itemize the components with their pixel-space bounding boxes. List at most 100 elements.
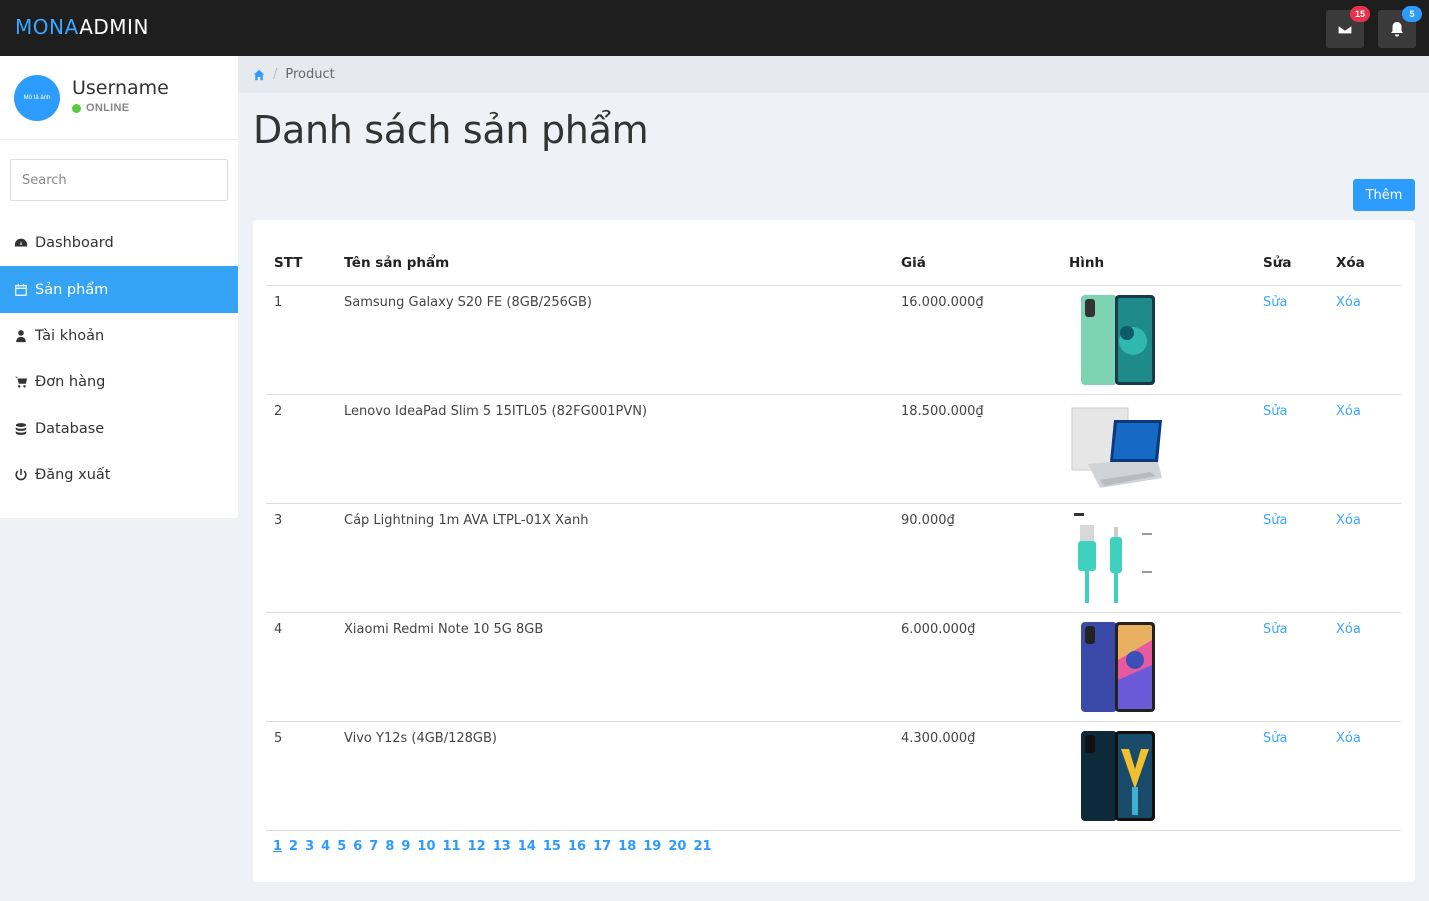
page-link[interactable]: 10 xyxy=(417,839,435,854)
user-icon xyxy=(16,330,26,343)
product-image xyxy=(1069,619,1165,715)
cell-name: Xiaomi Redmi Note 10 5G 8GB xyxy=(344,622,544,637)
page-title: Danh sách sản phẩm xyxy=(253,108,649,152)
cell-stt: 3 xyxy=(274,513,283,528)
page-link[interactable]: 17 xyxy=(593,839,611,854)
page-link[interactable]: 9 xyxy=(401,839,410,854)
edit-link[interactable]: Sửa xyxy=(1263,513,1287,528)
cell-price: 6.000.000₫ xyxy=(901,622,976,637)
edit-link[interactable]: Sửa xyxy=(1263,622,1287,637)
edit-link[interactable]: Sửa xyxy=(1263,731,1287,746)
delete-link[interactable]: Xóa xyxy=(1336,731,1361,746)
header-price: Giá xyxy=(901,255,926,271)
product-table: STT Tên sản phẩm Giá Hình Sửa Xóa 1 Sams… xyxy=(253,220,1415,882)
status-text: ONLINE xyxy=(86,102,130,114)
header-edit: Sửa xyxy=(1263,255,1292,271)
delete-link[interactable]: Xóa xyxy=(1336,295,1361,310)
page-link[interactable]: 1 xyxy=(273,839,282,854)
laptop-icon xyxy=(1071,407,1162,488)
cell-price: 18.500.000₫ xyxy=(901,404,984,419)
delete-link[interactable]: Xóa xyxy=(1336,622,1361,637)
sidebar-item-dashboard[interactable]: Dashboard xyxy=(0,220,238,266)
page-link[interactable]: 21 xyxy=(693,839,711,854)
messages-badge: 15 xyxy=(1350,6,1370,22)
table-header: STT Tên sản phẩm Giá Hình Sửa Xóa xyxy=(266,220,1401,286)
breadcrumb: / Product xyxy=(238,56,1429,93)
page-link[interactable]: 7 xyxy=(369,839,378,854)
dashboard-icon xyxy=(14,238,28,247)
page-link[interactable]: 12 xyxy=(468,839,486,854)
phone-mint-icon xyxy=(1081,295,1155,385)
edit-link[interactable]: Sửa xyxy=(1263,404,1287,419)
sidebar-item-products[interactable]: Sản phẩm xyxy=(0,266,238,313)
sidebar-item-accounts[interactable]: Tài khoản xyxy=(0,313,238,359)
page-link[interactable]: 20 xyxy=(668,839,686,854)
page-link[interactable]: 8 xyxy=(385,839,394,854)
page-link[interactable]: 19 xyxy=(643,839,661,854)
cell-price: 4.300.000₫ xyxy=(901,731,976,746)
bell-icon xyxy=(1391,22,1403,37)
notifications-button[interactable]: 5 xyxy=(1378,6,1422,48)
header-image: Hình xyxy=(1069,255,1105,271)
edit-link[interactable]: Sửa xyxy=(1263,295,1287,310)
cell-price: 90.000₫ xyxy=(901,513,955,528)
online-status: ONLINE xyxy=(72,102,129,114)
cable-icon xyxy=(1074,513,1152,603)
avatar-alt-text: Mô tả ảnh xyxy=(23,95,51,101)
header-delete: Xóa xyxy=(1336,255,1365,271)
product-image xyxy=(1069,728,1165,824)
cart-icon xyxy=(14,377,28,388)
page-link[interactable]: 13 xyxy=(493,839,511,854)
header-name: Tên sản phẩm xyxy=(344,255,450,271)
table-row: 4 Xiaomi Redmi Note 10 5G 8GB 6.000.000₫… xyxy=(266,613,1401,722)
user-profile: Mô tả ảnh Username ONLINE xyxy=(0,56,238,140)
sidebar-item-database[interactable]: Database xyxy=(0,406,238,452)
cell-price: 16.000.000₫ xyxy=(901,295,984,310)
add-product-button[interactable]: Thêm xyxy=(1353,179,1415,211)
sidebar-item-logout[interactable]: Đăng xuất xyxy=(0,452,238,498)
status-dot-icon xyxy=(72,103,81,113)
logo[interactable]: MONAADMIN xyxy=(15,15,149,39)
delete-link[interactable]: Xóa xyxy=(1336,404,1361,419)
page-link[interactable]: 3 xyxy=(305,839,314,854)
power-icon xyxy=(15,469,27,481)
page-link[interactable]: 4 xyxy=(321,839,330,854)
table-row: 2 Lenovo IdeaPad Slim 5 15ITL05 (82FG001… xyxy=(266,395,1401,504)
search-input[interactable] xyxy=(10,159,228,201)
phone-blue-icon xyxy=(1081,622,1155,712)
home-icon[interactable] xyxy=(253,69,265,81)
breadcrumb-separator: / xyxy=(273,67,278,82)
page-link[interactable]: 2 xyxy=(289,839,298,854)
pagination: 1 2 3 4 5 6 7 8 9 10 11 12 13 14 15 16 1… xyxy=(273,839,719,854)
sidebar-item-label: Tài khoản xyxy=(35,327,105,344)
phone-dark-icon xyxy=(1081,731,1155,821)
cell-stt: 4 xyxy=(274,622,283,637)
product-image xyxy=(1069,401,1165,497)
notifications-badge: 5 xyxy=(1402,6,1422,22)
sidebar-item-label: Đơn hàng xyxy=(35,374,106,391)
sidebar: Mô tả ảnh Username ONLINE Dashboard Sản … xyxy=(0,56,238,518)
table-row: 5 Vivo Y12s (4GB/128GB) 4.300.000₫ Sửa X… xyxy=(266,722,1401,831)
sidebar-item-label: Đăng xuất xyxy=(35,467,111,484)
page-link[interactable]: 5 xyxy=(337,839,346,854)
page-link[interactable]: 14 xyxy=(518,839,536,854)
cell-name: Vivo Y12s (4GB/128GB) xyxy=(344,731,497,746)
page-link[interactable]: 18 xyxy=(618,839,636,854)
top-bar: MONAADMIN 15 5 xyxy=(0,0,1429,56)
sidebar-item-orders[interactable]: Đơn hàng xyxy=(0,359,238,405)
breadcrumb-current: Product xyxy=(285,67,335,82)
page-link[interactable]: 16 xyxy=(568,839,586,854)
username: Username xyxy=(72,77,169,99)
page-link[interactable]: 15 xyxy=(543,839,561,854)
cell-name: Samsung Galaxy S20 FE (8GB/256GB) xyxy=(344,295,592,310)
envelope-icon xyxy=(1337,24,1353,35)
delete-link[interactable]: Xóa xyxy=(1336,513,1361,528)
product-image xyxy=(1069,510,1165,606)
page-link[interactable]: 6 xyxy=(353,839,362,854)
avatar[interactable]: Mô tả ảnh xyxy=(14,75,60,121)
table-row: 3 Cáp Lightning 1m AVA LTPL-01X Xanh 90.… xyxy=(266,504,1401,613)
page-link[interactable]: 11 xyxy=(443,839,461,854)
sidebar-item-label: Sản phẩm xyxy=(35,281,109,298)
sidebar-nav: Dashboard Sản phẩm Tài khoản Đơn hàng Da… xyxy=(0,220,238,498)
messages-button[interactable]: 15 xyxy=(1326,6,1370,48)
